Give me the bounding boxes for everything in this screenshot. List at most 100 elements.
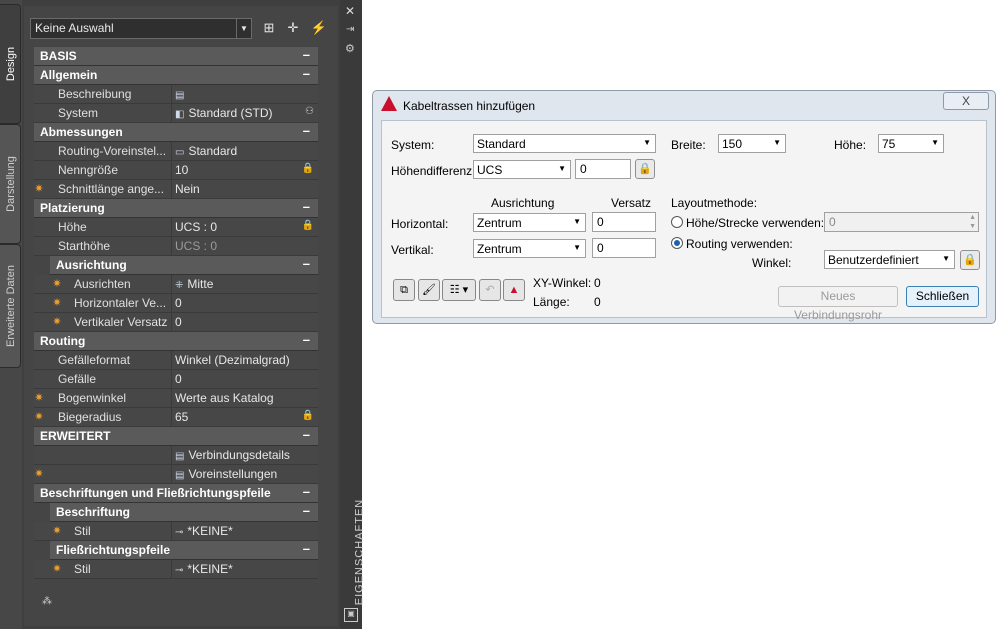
collapse-icon[interactable]: – xyxy=(303,256,310,271)
compass-icon[interactable]: ⧉ xyxy=(393,279,415,301)
autohide-icon[interactable]: ⇥ xyxy=(346,24,354,35)
properties-icon[interactable]: ⚙ xyxy=(345,42,355,55)
subcategory-header[interactable]: Ausrichtung – xyxy=(50,256,318,275)
property-row[interactable]: Starthöhe UCS : 0 xyxy=(34,237,318,256)
hoehendifferenz-input[interactable]: 0 xyxy=(575,159,631,179)
collapse-icon[interactable]: – xyxy=(303,427,310,442)
property-value[interactable]: ▤ xyxy=(175,87,188,101)
close-button[interactable]: X xyxy=(943,92,989,110)
tab-darstellung[interactable]: Darstellung xyxy=(0,124,21,244)
schliessen-button[interactable]: Schließen xyxy=(906,286,979,307)
property-row[interactable]: ✷ Biegeradius 65 🔒 xyxy=(34,408,318,427)
property-row[interactable]: Gefälleformat Winkel (Dezimalgrad) xyxy=(34,351,318,370)
breite-dropdown[interactable]: 150 ▼ xyxy=(718,134,786,153)
undo-icon[interactable]: ↶ xyxy=(479,279,501,301)
property-row[interactable]: System ◧ Standard (STD) ⚇ xyxy=(34,104,318,123)
property-row[interactable]: Beschreibung ▤ xyxy=(34,85,318,104)
radio-routing[interactable]: Routing verwenden: xyxy=(671,236,793,251)
category-header[interactable]: Abmessungen – xyxy=(34,123,318,142)
horizontal-dropdown[interactable]: Zentrum ▼ xyxy=(473,213,586,232)
system-dropdown[interactable]: Standard ▼ xyxy=(473,134,656,153)
collapse-icon[interactable]: – xyxy=(303,199,310,214)
property-value[interactable]: ⊸ *KEINE* xyxy=(175,524,233,538)
close-icon[interactable]: ✕ xyxy=(345,4,355,18)
collapse-icon[interactable]: – xyxy=(303,47,310,62)
new-connector-button[interactable]: Neues Verbindungsrohr xyxy=(778,286,898,322)
property-row[interactable]: ✷ Vertikaler Versatz 0 xyxy=(34,313,318,332)
collapse-icon[interactable]: – xyxy=(303,503,310,518)
subcategory-header[interactable]: Fließrichtungspfeile – xyxy=(50,541,318,560)
property-row[interactable]: ✷ Stil ⊸ *KEINE* xyxy=(34,522,318,541)
category-label: Fließrichtungspfeile xyxy=(56,543,171,557)
property-value[interactable]: ◧ Standard (STD) xyxy=(175,106,272,120)
radio-hoehe-strecke-indicator[interactable] xyxy=(671,216,683,228)
collapse-icon[interactable]: – xyxy=(303,66,310,81)
category-header[interactable]: Routing – xyxy=(34,332,318,351)
spinner-icon[interactable]: ▲ ▼ xyxy=(969,213,976,231)
category-header[interactable]: Allgemein – xyxy=(34,66,318,85)
property-value[interactable]: ▭ Standard xyxy=(175,144,237,158)
property-value[interactable]: UCS : 0 xyxy=(175,220,217,234)
binoculars-icon[interactable]: ⚇ xyxy=(305,106,314,117)
property-value[interactable]: ▤ Verbindungsdetails xyxy=(175,448,290,462)
settings-icon[interactable]: ⁂ xyxy=(42,596,56,610)
radio-routing-indicator[interactable] xyxy=(671,237,683,249)
collapse-icon[interactable]: – xyxy=(303,541,310,556)
subcategory-header[interactable]: Beschriftung – xyxy=(50,503,318,522)
horizontal-offset-input[interactable]: 0 xyxy=(592,212,656,232)
property-row[interactable]: ▤ Verbindungsdetails xyxy=(34,446,318,465)
category-header[interactable]: Platzierung – xyxy=(34,199,318,218)
select-objects-icon[interactable]: ✛ xyxy=(284,19,302,37)
tab-design[interactable]: Design xyxy=(0,4,21,124)
property-row[interactable]: ✷ Horizontaler Ve... 0 xyxy=(34,294,318,313)
hoehe-strecke-input[interactable]: 0 ▲ ▼ xyxy=(824,212,979,232)
vertikal-dropdown[interactable]: Zentrum ▼ xyxy=(473,239,586,258)
category-header[interactable]: Beschriftungen und Fließrichtungspfeile – xyxy=(34,484,318,503)
property-value[interactable]: ▤ Voreinstellungen xyxy=(175,467,277,481)
collapse-icon[interactable]: – xyxy=(303,123,310,138)
property-value[interactable]: Werte aus Katalog xyxy=(175,391,274,405)
property-row[interactable]: ✷ ▤ Voreinstellungen xyxy=(34,465,318,484)
connect-options-icon[interactable]: ☷ ▾ xyxy=(442,279,476,301)
quick-select-icon[interactable]: ⊞ xyxy=(260,19,278,37)
property-row[interactable]: ✷ Bogenwinkel Werte aus Katalog xyxy=(34,389,318,408)
hoehendifferenz-dropdown[interactable]: UCS ▼ xyxy=(473,160,571,179)
toggle-pickadd-icon[interactable]: ⚡ xyxy=(310,19,328,37)
match-properties-icon[interactable]: 🖌 xyxy=(418,279,440,301)
property-row[interactable]: Nenngröße 10 🔒 xyxy=(34,161,318,180)
property-row[interactable]: Routing-Voreinstel... ▭ Standard xyxy=(34,142,318,161)
category-header[interactable]: BASIS – xyxy=(34,47,318,66)
property-value[interactable]: 0 xyxy=(175,296,182,310)
lock-icon[interactable]: 🔒 xyxy=(302,410,314,421)
property-value[interactable]: ⊸ *KEINE* xyxy=(175,562,233,576)
property-value[interactable]: 0 xyxy=(175,372,182,386)
winkel-lock-icon[interactable]: 🔒 xyxy=(960,250,980,270)
property-value[interactable]: 0 xyxy=(175,315,182,329)
property-row[interactable]: ✷ Ausrichten ⁜ Mitte xyxy=(34,275,318,294)
property-value[interactable]: ⁜ Mitte xyxy=(175,277,213,291)
selection-dropdown[interactable]: Keine Auswahl ▼ xyxy=(30,18,252,39)
winkel-dropdown[interactable]: Benutzerdefiniert ▼ xyxy=(824,250,955,269)
property-value[interactable]: UCS : 0 xyxy=(175,239,217,253)
vertikal-offset-input[interactable]: 0 xyxy=(592,238,656,258)
property-value[interactable]: 10 xyxy=(175,163,188,177)
property-value[interactable]: 65 xyxy=(175,410,188,424)
radio-hoehe-strecke[interactable]: Höhe/Strecke verwenden: xyxy=(671,215,824,230)
catalog-icon[interactable]: ▲ xyxy=(503,279,525,301)
lock-icon[interactable]: 🔒 xyxy=(302,220,314,231)
collapse-icon[interactable]: – xyxy=(303,484,310,499)
menu-icon[interactable]: ▣ xyxy=(344,608,358,622)
collapse-icon[interactable]: – xyxy=(303,332,310,347)
property-row[interactable]: Gefälle 0 xyxy=(34,370,318,389)
property-value[interactable]: Nein xyxy=(175,182,200,196)
tab-erweiterte-daten[interactable]: Erweiterte Daten xyxy=(0,244,21,368)
property-value[interactable]: Winkel (Dezimalgrad) xyxy=(175,353,290,367)
column-divider xyxy=(171,104,172,122)
category-header[interactable]: ERWEITERT – xyxy=(34,427,318,446)
hoehe-dropdown[interactable]: 75 ▼ xyxy=(878,134,944,153)
lock-icon[interactable]: 🔒 xyxy=(302,163,314,174)
property-row[interactable]: Höhe UCS : 0 🔒 xyxy=(34,218,318,237)
property-row[interactable]: ✷ Stil ⊸ *KEINE* xyxy=(34,560,318,579)
property-row[interactable]: ✷ Schnittlänge ange... Nein xyxy=(34,180,318,199)
lock-icon[interactable]: 🔒 xyxy=(635,159,655,179)
